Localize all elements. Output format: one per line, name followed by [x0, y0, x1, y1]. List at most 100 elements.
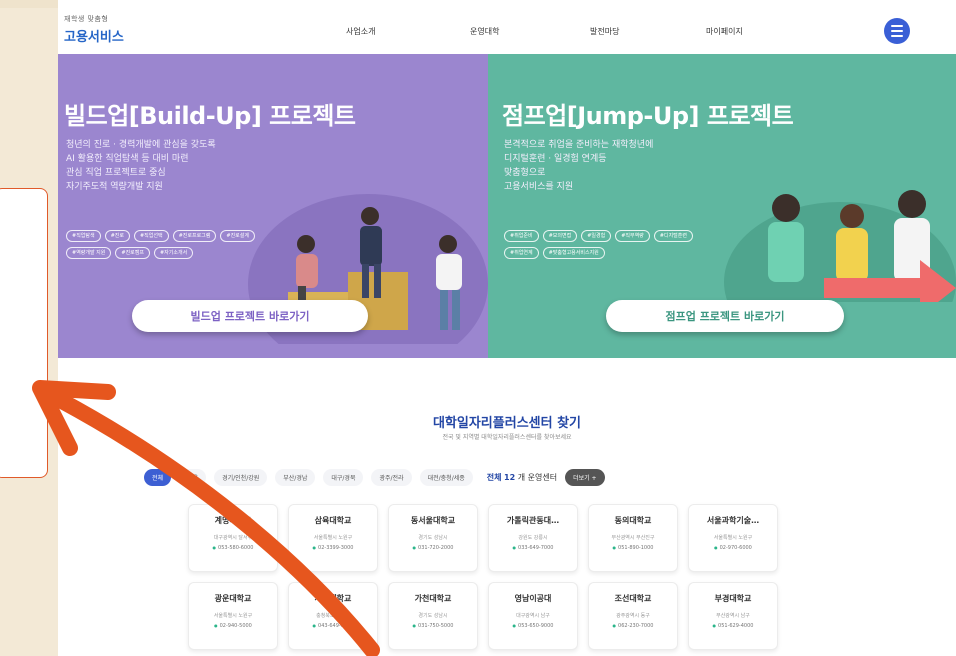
buildup-title: 빌드업[Build-Up] 프로젝트	[64, 102, 356, 130]
university-name: 동서울대학교	[410, 516, 456, 525]
buildup-tags: #직업탐색 #진로 #직업선택 #진로프로그램 #진로설계 #역량개발 지원 #…	[66, 230, 266, 259]
university-phone: 053-580-6000	[195, 545, 271, 551]
university-card[interactable]: 조선대학교광주광역시 동구 062-230-7000	[588, 582, 678, 650]
finder-subtitle: 전국 및 지역별 대학일자리플러스센터를 찾아보세요	[442, 434, 572, 441]
university-card-grid: 계명대학교대구광역시 달서구 053-580-6000 삼육대학교서울특별시 노원…	[188, 504, 788, 650]
university-phone: 031-720-2000	[395, 545, 471, 551]
nav-item-mypage[interactable]: 마이페이지	[706, 26, 743, 37]
university-name: 가톨릭관동대…	[506, 516, 560, 525]
university-name: 서울과학기술…	[706, 516, 760, 525]
university-phone: 02-940-5000	[195, 623, 271, 629]
university-name: 동의대학교	[614, 516, 652, 525]
jumpup-desc-line: 고용서비스를 지원	[504, 182, 574, 192]
hashtag[interactable]: #진로	[104, 230, 130, 242]
university-card[interactable]: 동의대학교부산광역시 부산진구 051-890-1000	[588, 504, 678, 572]
university-name: 조선대학교	[614, 594, 652, 603]
university-card[interactable]: 가톨릭관동대… 강원도 강릉시 033-649-7000	[488, 504, 578, 572]
jumpup-desc-line: 맞춤형으로	[504, 168, 546, 178]
university-name: 계명대학교	[214, 516, 252, 525]
filter-all[interactable]: 전체	[144, 468, 172, 486]
count-prefix: 전체	[486, 472, 502, 482]
hashtag[interactable]: #진로캠프	[115, 247, 150, 259]
university-card[interactable]: 서울과학기술… 서울특별시 노원구 02-970-6000	[688, 504, 778, 572]
buildup-link-button[interactable]: 빌드업 프로젝트 바로가기	[132, 300, 368, 332]
university-address: 서울특별시 노원구	[713, 535, 753, 541]
university-address: 경기도 성남시	[418, 613, 448, 619]
jumpup-link-button[interactable]: 점프업 프로젝트 바로가기	[606, 300, 844, 332]
university-name: 부경대학교	[714, 594, 752, 603]
jumpup-banner: 점프업[Jump-Up] 프로젝트 본격적으로 취업을 준비하는 재학청년에 디…	[488, 54, 956, 358]
logo-title: 고용서비스	[64, 30, 124, 45]
university-address: 서울특별시 노원구	[313, 535, 353, 541]
university-name: 영남이공대	[514, 594, 552, 603]
university-address: 광주광역시 동구	[616, 613, 650, 619]
jumpup-tags: #취업준비 #모의면접 #일경험 #직무역량 #디지털훈련 #취업연계 #맞춤형…	[504, 230, 714, 259]
university-address: 서울특별시 노원구	[213, 613, 253, 619]
region-filter-bar: 전체 서울 경기/인천/강원 부산/경남 대구/경북 광주/전라 대전/충청/세…	[144, 466, 844, 488]
nav-item-universities[interactable]: 운영대학	[470, 26, 499, 37]
buildup-banner: 빌드업[Build-Up] 프로젝트 청년의 진로 · 경력개발에 관심을 갖도…	[58, 54, 488, 358]
university-phone: 02-3399-3000	[295, 545, 371, 551]
university-card[interactable]: 계명대학교대구광역시 달서구 053-580-6000	[188, 504, 278, 572]
more-button[interactable]: 더보기 +	[565, 468, 605, 486]
hashtag[interactable]: #자기소개서	[153, 247, 194, 259]
hashtag[interactable]: #직업선택	[133, 230, 169, 242]
university-address: 경기도 성남시	[418, 535, 448, 541]
university-card[interactable]: 세명대학교충청북도 제천시 043-649-1000	[288, 582, 378, 650]
hashtag[interactable]: #진로프로그램	[172, 230, 217, 242]
nav-item-community[interactable]: 발전마당	[590, 26, 619, 37]
university-phone: 051-890-1000	[595, 545, 671, 551]
hamburger-menu-icon[interactable]	[884, 18, 910, 44]
jumpup-desc-line: 디지털훈련 · 일경험 연계등	[504, 154, 607, 164]
annotation-callout-box	[0, 188, 48, 478]
university-name: 광운대학교	[214, 594, 252, 603]
count-suffix: 개 운영센터	[517, 472, 558, 482]
hashtag[interactable]: #맞춤형고용서비스지원	[542, 247, 605, 259]
filter-daejeon[interactable]: 대전/충청/세종	[419, 468, 473, 486]
university-address: 부산광역시 부산진구	[611, 535, 655, 541]
site-logo[interactable]: 재학생 맞춤형 고용서비스	[64, 14, 124, 45]
hashtag[interactable]: #직무역량	[615, 230, 650, 242]
university-phone: 033-649-7000	[495, 545, 571, 551]
university-address: 충청북도 제천시	[316, 613, 350, 619]
university-card[interactable]: 영남이공대대구광역시 남구 053-650-9000	[488, 582, 578, 650]
university-card[interactable]: 부경대학교부산광역시 남구 051-629-4000	[688, 582, 778, 650]
filter-busan[interactable]: 부산/경남	[275, 468, 316, 486]
university-name: 삼육대학교	[314, 516, 352, 525]
hashtag[interactable]: #취업준비	[504, 230, 539, 242]
university-card[interactable]: 가천대학교경기도 성남시 031-750-5000	[388, 582, 478, 650]
university-card[interactable]: 삼육대학교서울특별시 노원구 02-3399-3000	[288, 504, 378, 572]
web-page: 재학생 맞춤형 고용서비스 사업소개 운영대학 발전마당 마이페이지 빌드업[B…	[58, 0, 956, 656]
count-value: 12	[504, 472, 516, 482]
filter-gyeonggi[interactable]: 경기/인천/강원	[214, 468, 268, 486]
logo-subtitle: 재학생 맞춤형	[64, 15, 109, 23]
university-address: 강원도 강릉시	[518, 535, 548, 541]
jumpup-title: 점프업[Jump-Up] 프로젝트	[502, 102, 794, 130]
university-phone: 031-750-5000	[395, 623, 471, 629]
hashtag[interactable]: #취업연계	[504, 247, 539, 259]
jumpup-people-illustration	[724, 190, 956, 302]
university-card[interactable]: 광운대학교서울특별시 노원구 02-940-5000	[188, 582, 278, 650]
university-name: 가천대학교	[414, 594, 452, 603]
university-phone: 051-629-4000	[695, 623, 771, 629]
university-address: 부산광역시 남구	[716, 613, 750, 619]
hashtag[interactable]: #일경험	[581, 230, 612, 242]
filter-daegu[interactable]: 대구/경북	[323, 468, 364, 486]
university-phone: 043-649-1000	[295, 623, 371, 629]
jumpup-desc-line: 본격적으로 취업을 준비하는 재학청년에	[504, 140, 654, 150]
university-address: 대구광역시 남구	[516, 613, 550, 619]
filter-seoul[interactable]: 서울	[179, 468, 207, 486]
university-phone: 02-970-6000	[695, 545, 771, 551]
hashtag[interactable]: #역량개발 지원	[66, 247, 112, 259]
hashtag[interactable]: #모의면접	[542, 230, 578, 242]
hashtag[interactable]: #디지털훈련	[653, 230, 693, 242]
hashtag[interactable]: #직업탐색	[66, 230, 101, 242]
jumpup-description: 본격적으로 취업을 준비하는 재학청년에 디지털훈련 · 일경험 연계등 맞춤형…	[504, 138, 744, 194]
university-address: 대구광역시 달서구	[213, 535, 253, 541]
university-phone: 053-650-9000	[495, 623, 571, 629]
filter-gwangju[interactable]: 광주/전라	[371, 468, 412, 486]
nav-item-intro[interactable]: 사업소개	[346, 26, 375, 37]
university-name: 세명대학교	[314, 594, 352, 603]
university-card[interactable]: 동서울대학교경기도 성남시 031-720-2000	[388, 504, 478, 572]
finder-title: 대학일자리플러스센터 찾기	[432, 416, 582, 431]
